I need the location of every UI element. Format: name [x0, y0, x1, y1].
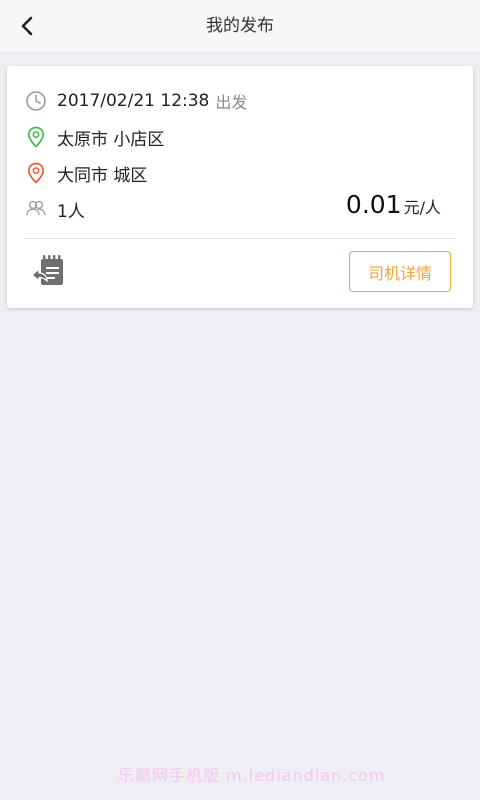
- clock-icon: [25, 90, 47, 112]
- passenger-count: 1人: [57, 201, 85, 222]
- price-unit: 元/人: [403, 198, 441, 217]
- destination-row: 大同市 城区: [25, 160, 453, 186]
- departure-datetime: 2017/02/21 12:38: [57, 91, 210, 111]
- people-icon: [25, 198, 47, 220]
- card-divider: [25, 238, 455, 239]
- departure-time-row: 2017/02/21 12:38 出发: [25, 88, 453, 114]
- departure-label: 出发: [215, 93, 248, 112]
- trip-card[interactable]: 2017/02/21 12:38 出发 太原市 小店区 大同市 城区 1人 0.…: [7, 66, 473, 308]
- price-value: 0.01: [345, 190, 402, 219]
- republish-button[interactable]: [29, 253, 67, 289]
- location-pin-green-icon: [25, 126, 47, 148]
- origin-row: 太原市 小店区: [25, 124, 453, 150]
- page-title: 我的发布: [206, 16, 274, 36]
- watermark: 乐颠网手机版 m.lediandian.com: [118, 766, 386, 785]
- driver-details-button[interactable]: 司机详情: [349, 251, 451, 292]
- location-pin-red-icon: [25, 162, 47, 184]
- origin-text: 太原市 小店区: [57, 129, 165, 150]
- republish-note-icon: [31, 255, 63, 285]
- destination-text: 大同市 城区: [57, 165, 148, 186]
- price: 0.01 元/人: [346, 190, 441, 222]
- top-bar: 我的发布: [0, 0, 480, 53]
